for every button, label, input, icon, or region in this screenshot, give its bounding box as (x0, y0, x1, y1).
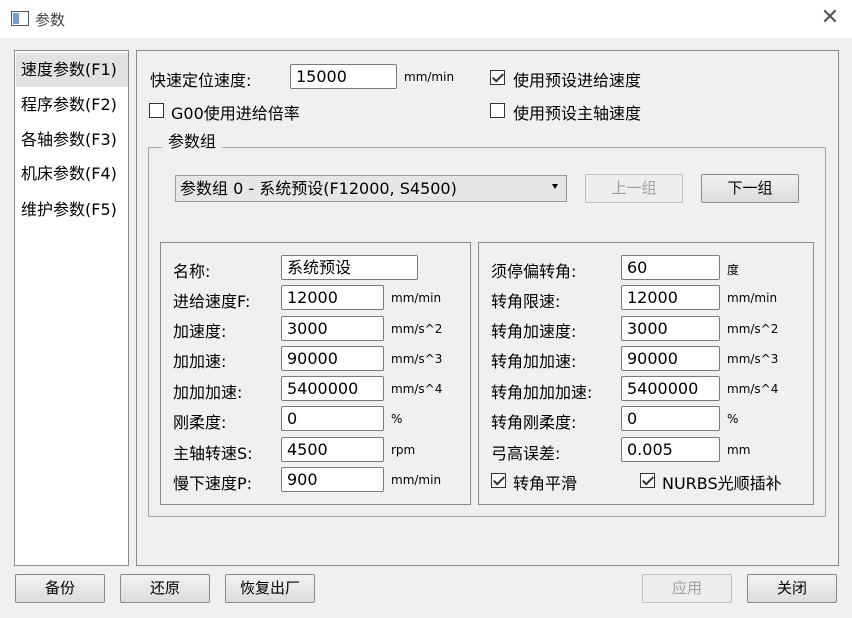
corner-smooth-checkbox[interactable] (491, 473, 506, 488)
title-bar (0, 0, 852, 38)
sidebar: 速度参数(F1) 程序参数(F2) 各轴参数(F3) 机床参数(F4) 维护参数… (14, 50, 129, 566)
snap-label: 加加加速: (173, 383, 243, 402)
rapid-speed-unit: mm/min (404, 70, 455, 84)
backup-button[interactable]: 备份 (15, 574, 105, 603)
snap-unit: mm/s^4 (391, 382, 443, 396)
plunge-speed-input[interactable]: 900 (281, 467, 384, 492)
sidebar-item-axes[interactable]: 各轴参数(F3) (16, 123, 128, 157)
corner-speed-input[interactable]: 12000 (621, 285, 720, 310)
stiffness-label: 刚柔度: (173, 413, 227, 432)
acceleration-unit: mm/s^2 (391, 322, 443, 336)
spindle-speed-unit: rpm (391, 443, 416, 457)
sidebar-item-machine[interactable]: 机床参数(F4) (16, 157, 128, 191)
use-preset-feed-checkbox[interactable] (490, 70, 505, 85)
sidebar-item-program[interactable]: 程序参数(F2) (16, 88, 128, 122)
jerk-unit: mm/s^3 (391, 352, 443, 366)
snap-input[interactable]: 5400000 (281, 376, 384, 401)
corner-stiffness-input[interactable]: 0 (621, 406, 720, 431)
corner-speed-label: 转角限速: (491, 292, 561, 311)
corner-snap-label: 转角加加加速: (491, 383, 593, 402)
sidebar-item-speed[interactable]: 速度参数(F1) (16, 53, 128, 87)
corner-snap-unit: mm/s^4 (727, 382, 779, 396)
rapid-speed-label: 快速定位速度: (150, 71, 252, 90)
next-group-button[interactable]: 下一组 (701, 174, 799, 203)
restore-button[interactable]: 还原 (120, 574, 210, 603)
corner-stiffness-label: 转角刚柔度: (491, 413, 577, 432)
stop-angle-input[interactable]: 60 (621, 255, 720, 280)
name-label: 名称: (173, 262, 211, 281)
corner-accel-input[interactable]: 3000 (621, 316, 720, 341)
stop-angle-unit: 度 (727, 263, 740, 277)
g00-feed-override-checkbox[interactable] (149, 103, 164, 118)
chord-error-unit: mm (727, 443, 751, 457)
use-preset-spindle-checkbox[interactable] (490, 103, 505, 118)
rapid-speed-input[interactable]: 15000 (290, 64, 397, 89)
param-group-select[interactable]: 参数组 0 - 系统预设(F12000, S4500) (175, 175, 567, 202)
use-preset-spindle-label: 使用预设主轴速度 (513, 104, 642, 123)
nurbs-label: NURBS光顺插补 (662, 474, 782, 493)
stiffness-unit: % (391, 412, 403, 426)
corner-speed-unit: mm/min (727, 291, 778, 305)
feed-speed-unit: mm/min (391, 291, 442, 305)
corner-smooth-label: 转角平滑 (513, 474, 578, 493)
plunge-speed-label: 慢下速度P: (173, 474, 253, 493)
apply-button[interactable]: 应用 (642, 574, 732, 603)
jerk-label: 加加速: (173, 352, 227, 371)
param-group-title: 参数组 (162, 128, 223, 152)
plunge-speed-unit: mm/min (391, 473, 442, 487)
chord-error-input[interactable]: 0.005 (621, 437, 720, 462)
chord-error-label: 弓高误差: (491, 444, 561, 463)
sidebar-item-maintenance[interactable]: 维护参数(F5) (16, 193, 128, 227)
corner-jerk-unit: mm/s^3 (727, 352, 779, 366)
stop-angle-label: 须停偏转角: (491, 262, 577, 281)
prev-group-button[interactable]: 上一组 (585, 174, 683, 203)
jerk-input[interactable]: 90000 (281, 346, 384, 371)
close-icon[interactable]: ✕ (818, 6, 842, 30)
factory-reset-button[interactable]: 恢复出厂 (225, 574, 315, 603)
nurbs-checkbox[interactable] (640, 473, 655, 488)
acceleration-label: 加速度: (173, 322, 227, 341)
corner-jerk-label: 转角加加速: (491, 352, 577, 371)
stiffness-input[interactable]: 0 (281, 406, 384, 431)
spindle-speed-input[interactable]: 4500 (281, 437, 384, 462)
window-title: 参数 (35, 11, 66, 29)
chevron-down-icon[interactable] (552, 184, 558, 189)
spindle-speed-label: 主轴转速S: (173, 444, 253, 463)
corner-accel-label: 转角加速度: (491, 322, 577, 341)
acceleration-input[interactable]: 3000 (281, 316, 384, 341)
corner-stiffness-unit: % (727, 412, 739, 426)
corner-snap-input[interactable]: 5400000 (621, 376, 720, 401)
use-preset-feed-label: 使用预设进给速度 (513, 71, 642, 90)
close-button[interactable]: 关闭 (747, 574, 837, 603)
g00-feed-override-label: G00使用进给倍率 (171, 104, 300, 123)
corner-jerk-input[interactable]: 90000 (621, 346, 720, 371)
feed-speed-label: 进给速度F: (173, 292, 251, 311)
feed-speed-input[interactable]: 12000 (281, 285, 384, 310)
corner-accel-unit: mm/s^2 (727, 322, 779, 336)
app-icon (11, 11, 29, 26)
name-input[interactable]: 系统预设 (281, 255, 418, 280)
